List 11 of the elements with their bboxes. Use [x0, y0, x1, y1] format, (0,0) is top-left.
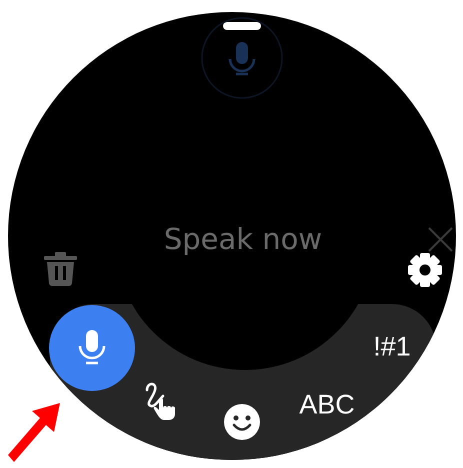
emoji-mode-button[interactable] — [222, 402, 262, 442]
settings-icon[interactable] — [408, 253, 442, 287]
speak-now-prompt: Speak now — [162, 222, 324, 256]
annotation-arrow — [8, 403, 60, 462]
trash-icon[interactable] — [44, 252, 77, 286]
mic-icon — [201, 17, 283, 99]
smiley-icon — [224, 404, 260, 440]
symbols-mode-button[interactable]: !#1 — [371, 330, 413, 364]
handle-bar — [223, 22, 261, 30]
keyboard-mode-button[interactable]: ABC — [297, 388, 357, 422]
handwriting-icon — [143, 380, 177, 420]
